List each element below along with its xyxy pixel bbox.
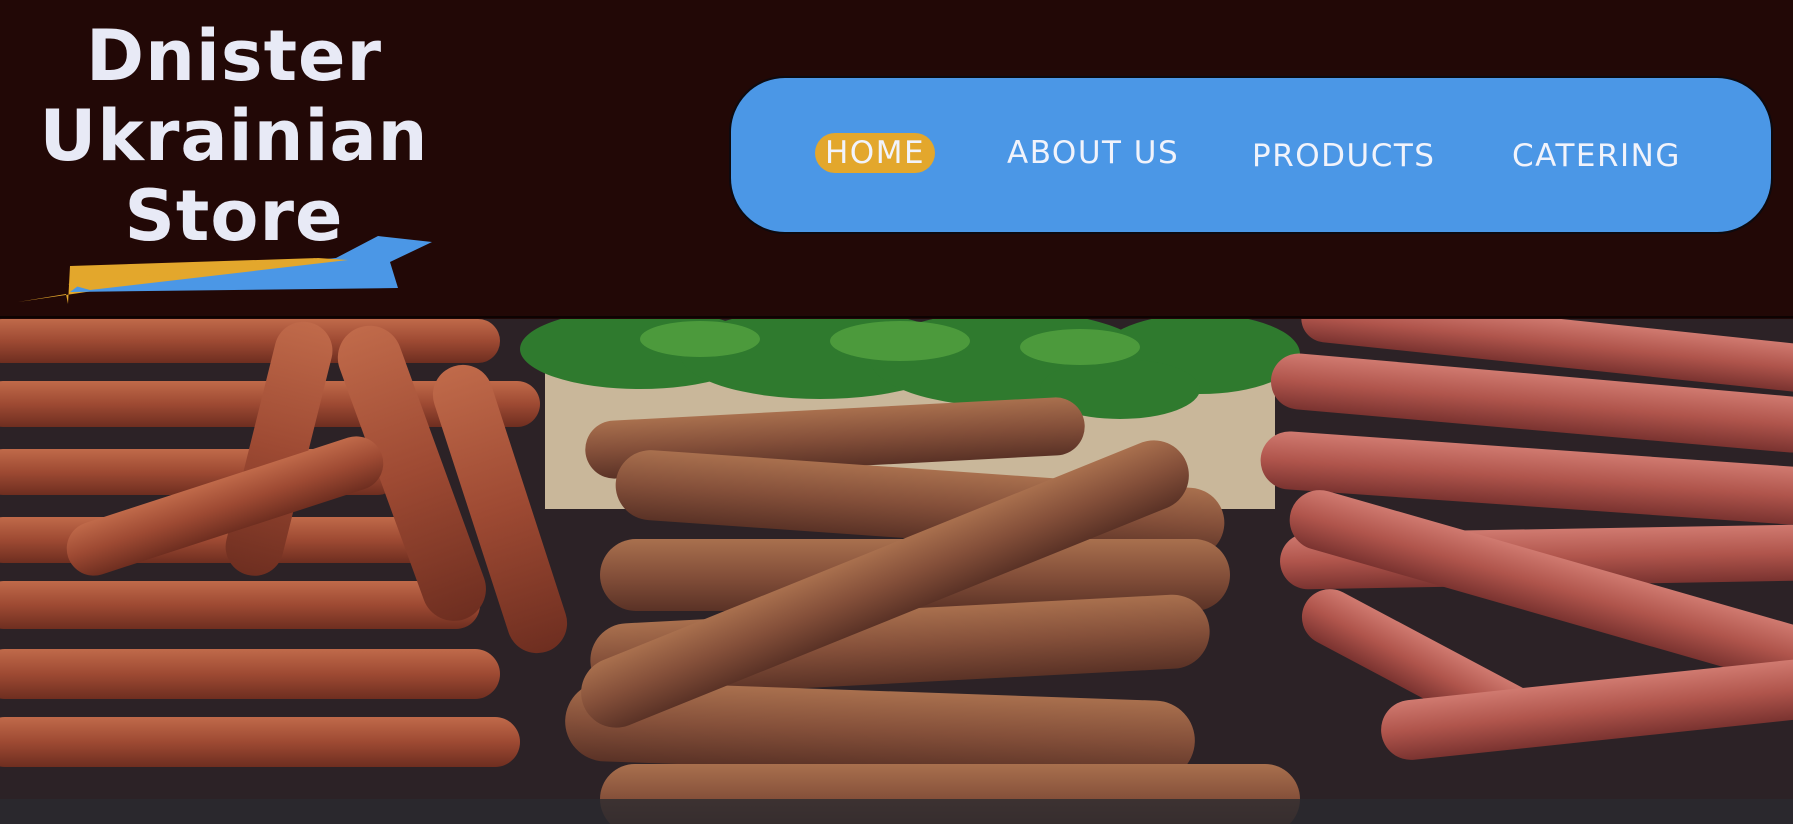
hero-image-sausages bbox=[0, 319, 1793, 824]
logo-line-2: Ukrainian bbox=[39, 95, 429, 177]
main-navigation: HOME ABOUT US PRODUCTS CATERING bbox=[729, 76, 1773, 234]
logo-line-1: Dnister bbox=[85, 15, 383, 97]
nav-about-us[interactable]: ABOUT US bbox=[1007, 133, 1179, 173]
hero-photo bbox=[0, 319, 1793, 824]
site-header: Dnister Ukrainian Store HOME ABOUT US PR… bbox=[0, 0, 1793, 318]
logo-wordmark: Dnister Ukrainian Store bbox=[18, 16, 450, 256]
store-logo[interactable]: Dnister Ukrainian Store bbox=[18, 10, 438, 304]
nav-home[interactable]: HOME bbox=[815, 133, 936, 173]
nav-products[interactable]: PRODUCTS bbox=[1252, 136, 1435, 176]
nav-catering[interactable]: CATERING bbox=[1512, 136, 1681, 176]
flag-swoosh-icon bbox=[18, 236, 432, 304]
page: Dnister Ukrainian Store HOME ABOUT US PR… bbox=[0, 0, 1793, 824]
